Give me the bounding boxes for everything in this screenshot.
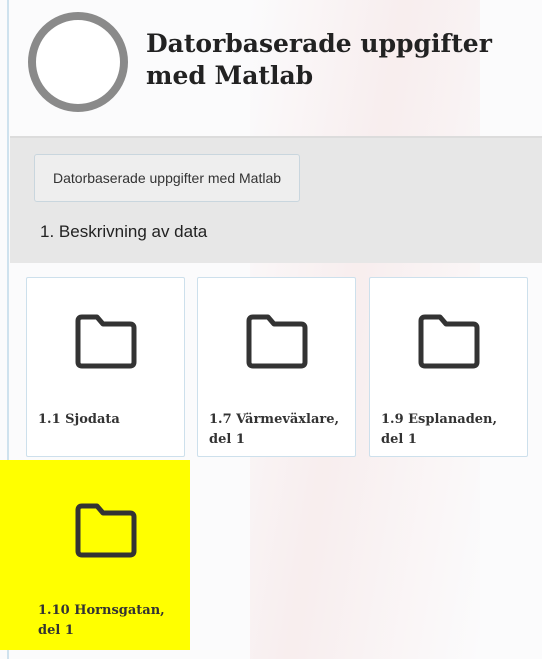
folder-icon <box>75 314 137 369</box>
folder-icon <box>246 314 308 369</box>
folder-tile[interactable]: 1.9 Esplanaden, del 1 <box>369 277 528 457</box>
section-title: 1. Beskrivning av data <box>40 222 208 241</box>
folder-label[interactable]: 1.1 Sjodata <box>38 410 176 430</box>
folder-tile[interactable]: 1.10 Hornsgatan, del 1 <box>26 466 185 646</box>
folder-icon <box>75 503 137 558</box>
folder-label[interactable]: 1.7 Värmeväxlare, del 1 <box>209 410 347 450</box>
logo-circle[interactable] <box>28 12 128 112</box>
folder-icon <box>418 314 480 369</box>
folder-tile[interactable]: 1.7 Värmeväxlare, del 1 <box>197 277 356 457</box>
folder-tile[interactable]: 1.1 Sjodata <box>26 277 185 457</box>
site-header: Datorbaserade uppgifter med Matlab <box>10 0 542 134</box>
breadcrumb: Datorbaserade uppgifter med Matlab 1. Be… <box>10 136 542 263</box>
site-title[interactable]: Datorbaserade uppgifter med Matlab <box>146 28 526 92</box>
course-breadcrumb-button[interactable]: Datorbaserade uppgifter med Matlab <box>34 154 301 202</box>
folder-label[interactable]: 1.10 Hornsgatan, del 1 <box>38 601 176 641</box>
folder-label[interactable]: 1.9 Esplanaden, del 1 <box>381 410 519 450</box>
